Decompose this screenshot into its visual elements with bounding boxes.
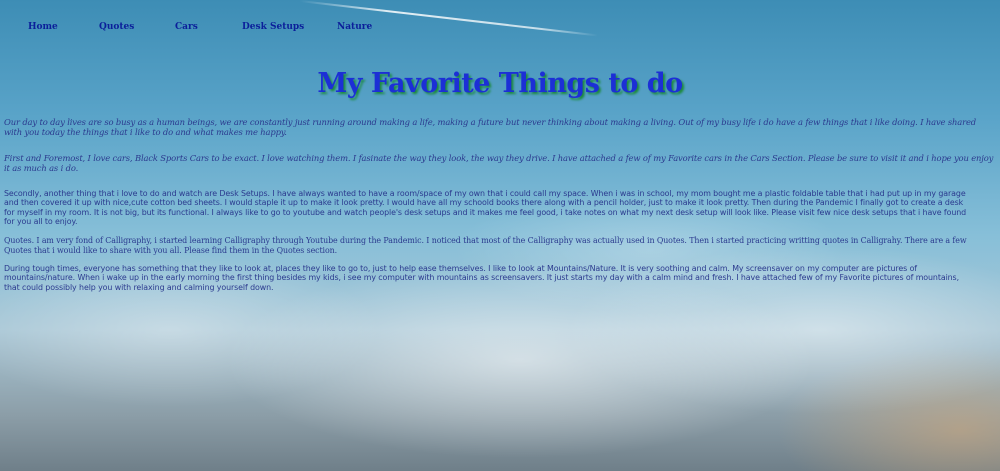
nav-link-quotes[interactable]: Quotes — [99, 22, 134, 32]
quotes-paragraph: Quotes. I am very fond of Calligraphy, i… — [4, 236, 967, 255]
cars-paragraph: First and Foremost, I love cars, Black S… — [4, 153, 994, 173]
nature-paragraph: During tough times, everyone has somethi… — [4, 264, 959, 292]
intro-paragraph: Our day to day lives are so busy as a hu… — [4, 117, 976, 137]
desk-setups-paragraph: Secondly, another thing that i love to d… — [4, 189, 967, 227]
page-title: My Favorite Things to do — [317, 68, 683, 99]
nav-link-desk-setups[interactable]: Desk Setups — [242, 22, 304, 32]
top-nav: Home Quotes Cars Desk Setups Nature — [0, 22, 1000, 36]
nav-link-home[interactable]: Home — [28, 22, 58, 32]
nav-link-nature[interactable]: Nature — [337, 22, 372, 32]
nav-link-cars[interactable]: Cars — [175, 22, 198, 32]
